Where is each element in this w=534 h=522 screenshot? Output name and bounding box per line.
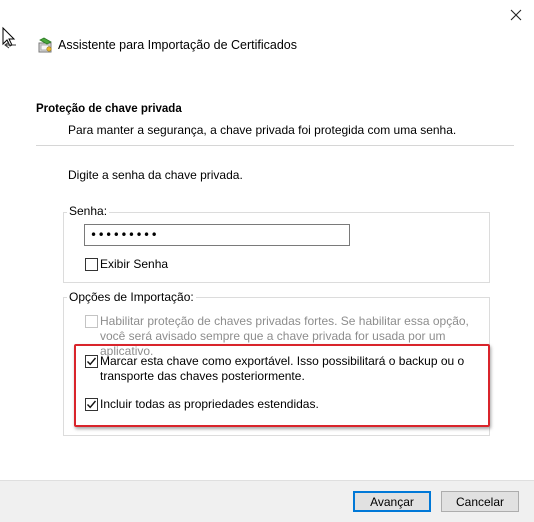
exportable-key-label[interactable]: Marcar esta chave como exportável. Isso …: [100, 354, 488, 384]
password-group: [63, 212, 490, 283]
password-field[interactable]: •••••••••: [84, 224, 350, 246]
section-description: Para manter a segurança, a chave privada…: [68, 123, 457, 137]
extended-properties-checkbox[interactable]: [85, 398, 98, 411]
next-button[interactable]: Avançar: [353, 491, 431, 512]
password-prompt: Digite a senha da chave privada.: [68, 168, 243, 182]
back-arrow-icon: [2, 26, 16, 49]
window-title: Assistente para Importação de Certificad…: [58, 38, 298, 52]
checkmark-icon: [86, 357, 97, 366]
password-group-label: Senha:: [67, 204, 110, 218]
extended-properties-label[interactable]: Incluir todas as propriedades estendidas…: [100, 397, 319, 412]
section-title: Proteção de chave privada: [36, 103, 182, 115]
import-options-label: Opções de Importação:: [67, 290, 196, 304]
header-separator: [36, 145, 514, 146]
close-icon: [510, 9, 522, 21]
checkmark-icon: [86, 400, 97, 409]
exportable-key-checkbox[interactable]: [85, 355, 98, 368]
show-password-label[interactable]: Exibir Senha: [100, 257, 168, 272]
strong-protection-checkbox: [85, 315, 98, 328]
cancel-button[interactable]: Cancelar: [441, 491, 519, 512]
show-password-checkbox[interactable]: [85, 258, 98, 271]
certificate-wizard-icon: [36, 37, 54, 53]
close-button[interactable]: [499, 2, 533, 28]
back-button[interactable]: [0, 26, 22, 52]
